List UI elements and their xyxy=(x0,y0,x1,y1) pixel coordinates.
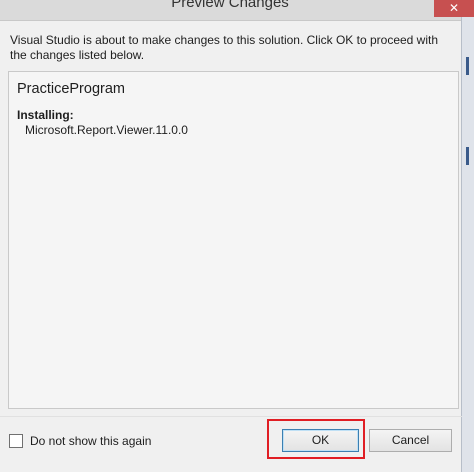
changes-preview-panel[interactable]: PracticeProgram Installing: Microsoft.Re… xyxy=(8,71,459,409)
close-icon: ✕ xyxy=(448,1,460,15)
do-not-show-option[interactable]: Do not show this again xyxy=(9,433,151,449)
dialog-title: Preview Changes xyxy=(171,0,289,11)
footer-divider xyxy=(0,416,462,417)
do-not-show-checkbox[interactable] xyxy=(9,434,23,448)
edge-marker xyxy=(466,57,469,75)
project-name: PracticeProgram xyxy=(17,81,125,97)
cancel-button[interactable]: Cancel xyxy=(369,429,452,452)
edge-marker xyxy=(466,147,469,165)
preview-changes-dialog: Preview Changes ✕ Visual Studio is about… xyxy=(0,0,474,472)
installing-label: Installing: xyxy=(17,108,74,122)
ok-button[interactable]: OK xyxy=(282,429,359,452)
do-not-show-label[interactable]: Do not show this again xyxy=(30,434,151,448)
close-button[interactable]: ✕ xyxy=(434,0,474,17)
background-window-edge xyxy=(461,17,474,472)
info-message: Visual Studio is about to make changes t… xyxy=(10,33,439,62)
title-bar: Preview Changes ✕ xyxy=(0,0,474,21)
package-item: Microsoft.Report.Viewer.11.0.0 xyxy=(25,123,188,137)
